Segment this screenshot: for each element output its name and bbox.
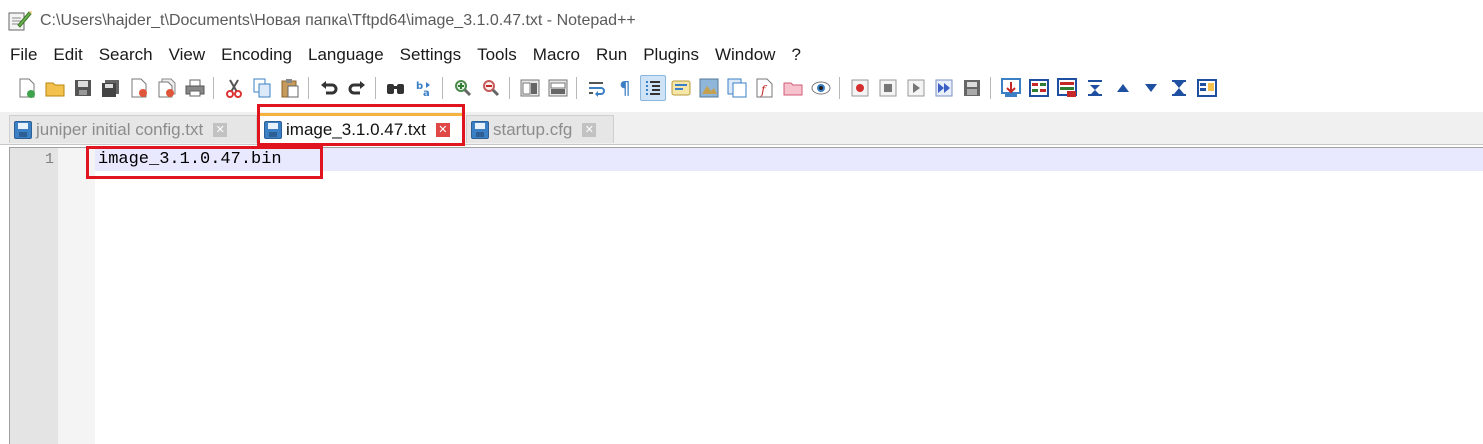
fold-margin[interactable] bbox=[58, 148, 95, 444]
tab-label: juniper initial config.txt bbox=[36, 119, 204, 139]
close-icon[interactable] bbox=[126, 75, 152, 101]
zoom-in-icon[interactable] bbox=[450, 75, 476, 101]
word-wrap-icon[interactable] bbox=[584, 75, 610, 101]
toolbar-separator bbox=[839, 77, 840, 99]
saved-file-icon bbox=[14, 120, 32, 139]
notepadpp-app-icon bbox=[8, 11, 32, 31]
menu-window[interactable]: Window bbox=[715, 45, 785, 65]
save-macro-icon[interactable] bbox=[959, 75, 985, 101]
toolbar-separator bbox=[509, 77, 510, 99]
editor-area[interactable]: 1 image_3.1.0.47.bin bbox=[9, 147, 1483, 444]
tab-label: image_3.1.0.47.txt bbox=[286, 120, 426, 139]
show-all-chars-icon[interactable]: ¶ bbox=[612, 75, 638, 101]
tab-juniper-initial-config[interactable]: juniper initial config.txt ✕ bbox=[9, 115, 257, 143]
plugin-icon-8[interactable] bbox=[1194, 75, 1220, 101]
menu-edit[interactable]: Edit bbox=[53, 45, 92, 65]
plugin-icon-4[interactable] bbox=[1082, 75, 1108, 101]
find-icon[interactable] bbox=[383, 75, 409, 101]
plugin-icon-3[interactable] bbox=[1054, 75, 1080, 101]
replace-icon[interactable]: ba bbox=[411, 75, 437, 101]
doc-map-icon[interactable] bbox=[696, 75, 722, 101]
menu-search[interactable]: Search bbox=[99, 45, 163, 65]
toolbar-separator bbox=[308, 77, 309, 99]
paste-icon[interactable] bbox=[277, 75, 303, 101]
menu-settings[interactable]: Settings bbox=[400, 45, 471, 65]
stop-record-icon[interactable] bbox=[875, 75, 901, 101]
svg-text:a: a bbox=[423, 88, 430, 97]
undo-icon[interactable] bbox=[316, 75, 342, 101]
toolbar-separator bbox=[576, 77, 577, 99]
copy-icon[interactable] bbox=[249, 75, 275, 101]
menu-encoding[interactable]: Encoding bbox=[221, 45, 302, 65]
code-line[interactable]: image_3.1.0.47.bin bbox=[98, 150, 282, 169]
tab-label: startup.cfg bbox=[493, 119, 573, 139]
menu-view[interactable]: View bbox=[169, 45, 216, 65]
sync-v-icon[interactable] bbox=[517, 75, 543, 101]
close-tab-icon[interactable]: ✕ bbox=[213, 122, 228, 137]
menu-plugins[interactable]: Plugins bbox=[643, 45, 709, 65]
sync-h-icon[interactable] bbox=[545, 75, 571, 101]
tab-bar: juniper initial config.txt ✕ image_3.1.0… bbox=[0, 112, 1483, 145]
save-icon[interactable] bbox=[70, 75, 96, 101]
line-number: 1 bbox=[44, 151, 54, 168]
menu-help[interactable]: ? bbox=[791, 45, 810, 65]
close-tab-icon[interactable]: ✕ bbox=[582, 122, 597, 137]
menu-language[interactable]: Language bbox=[308, 45, 394, 65]
indent-guide-icon[interactable] bbox=[640, 75, 666, 101]
plugin-icon-1[interactable] bbox=[998, 75, 1024, 101]
run-macro-multiple-icon[interactable] bbox=[931, 75, 957, 101]
udl-icon[interactable] bbox=[668, 75, 694, 101]
function-list-icon[interactable]: f bbox=[752, 75, 778, 101]
open-file-icon[interactable] bbox=[42, 75, 68, 101]
play-macro-icon[interactable] bbox=[903, 75, 929, 101]
new-file-icon[interactable] bbox=[14, 75, 40, 101]
toolbar-separator bbox=[213, 77, 214, 99]
close-tab-icon[interactable]: ✕ bbox=[435, 123, 450, 137]
window-title: C:\Users\hajder_t\Documents\Новая папка\… bbox=[40, 12, 636, 29]
saved-file-icon bbox=[264, 121, 282, 139]
title-bar: C:\Users\hajder_t\Documents\Новая папка\… bbox=[0, 0, 1483, 40]
menu-file[interactable]: File bbox=[10, 45, 47, 65]
menu-tools[interactable]: Tools bbox=[477, 45, 527, 65]
tab-image-txt[interactable]: image_3.1.0.47.txt ✕ bbox=[259, 113, 464, 144]
menu-bar: File Edit Search View Encoding Language … bbox=[0, 42, 1483, 68]
monitoring-icon[interactable] bbox=[808, 75, 834, 101]
plugin-icon-7[interactable] bbox=[1166, 75, 1192, 101]
toolbar-separator bbox=[442, 77, 443, 99]
plugin-icon-6[interactable] bbox=[1138, 75, 1164, 101]
redo-icon[interactable] bbox=[344, 75, 370, 101]
close-all-icon[interactable] bbox=[154, 75, 180, 101]
print-icon[interactable] bbox=[182, 75, 208, 101]
menu-macro[interactable]: Macro bbox=[533, 45, 590, 65]
saved-file-icon bbox=[471, 120, 489, 139]
current-line-highlight bbox=[95, 148, 1483, 171]
zoom-out-icon[interactable] bbox=[478, 75, 504, 101]
plugin-icon-2[interactable] bbox=[1026, 75, 1052, 101]
folder-workspace-icon[interactable] bbox=[780, 75, 806, 101]
line-number-gutter: 1 bbox=[10, 148, 58, 444]
menu-run[interactable]: Run bbox=[596, 45, 637, 65]
plugin-icon-5[interactable] bbox=[1110, 75, 1136, 101]
cut-icon[interactable] bbox=[221, 75, 247, 101]
record-macro-icon[interactable] bbox=[847, 75, 873, 101]
toolbar-separator bbox=[990, 77, 991, 99]
toolbar: ba ¶ f bbox=[0, 72, 1483, 104]
tab-startup-cfg[interactable]: startup.cfg ✕ bbox=[466, 115, 614, 143]
save-all-icon[interactable] bbox=[98, 75, 124, 101]
doc-list-icon[interactable] bbox=[724, 75, 750, 101]
toolbar-separator bbox=[375, 77, 376, 99]
